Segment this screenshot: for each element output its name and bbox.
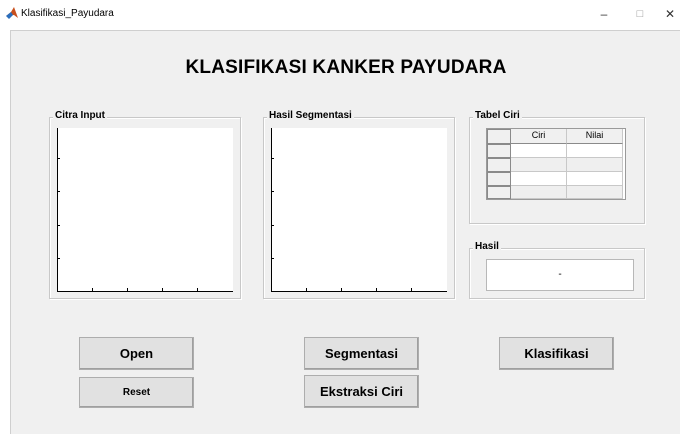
window-titlebar[interactable]: Klasifikasi_Payudara – □ ✕ [0,0,680,30]
panel-hasil-segmentasi: Hasil Segmentasi [263,110,455,299]
y-axis-line [57,128,58,292]
minimize-button[interactable]: – [594,4,614,24]
y-tick [57,258,60,259]
klasifikasi-button[interactable]: Klasifikasi [499,337,614,370]
row-header [487,158,511,172]
panel-title-hasil-segmentasi: Hasil Segmentasi [267,110,354,121]
y-tick [271,258,274,259]
x-tick [341,288,342,291]
y-tick [57,191,60,192]
ekstraksi-ciri-button[interactable]: Ekstraksi Ciri [304,375,419,408]
x-tick [306,288,307,291]
result-display: - [486,259,634,291]
y-tick [57,158,60,159]
y-tick [57,225,60,226]
y-tick [271,158,274,159]
table-cell[interactable] [511,144,567,158]
y-tick [271,191,274,192]
y-axis-line [271,128,272,292]
axes-hasil-segmentasi[interactable] [271,128,447,292]
table-cell[interactable] [567,158,623,172]
x-tick [411,288,412,291]
y-tick [271,225,274,226]
row-header [487,144,511,158]
matlab-icon [6,7,18,19]
row-header [487,172,511,186]
x-tick [376,288,377,291]
x-tick [162,288,163,291]
panel-title-tabel-ciri: Tabel Ciri [473,110,522,121]
panel-title-citra-input: Citra Input [53,110,107,121]
maximize-button[interactable]: □ [630,4,650,24]
row-header [487,186,511,199]
page-title: KLASIFIKASI KANKER PAYUDARA [185,57,507,78]
panel-tabel-ciri: Tabel Ciri Ciri Nilai [469,110,645,224]
x-axis-line [271,291,447,292]
axes-citra-input[interactable] [57,128,233,292]
x-axis-line [57,291,233,292]
table-cell[interactable] [567,144,623,158]
table-cell[interactable] [567,172,623,186]
open-button[interactable]: Open [79,337,194,370]
table-cell[interactable] [511,186,567,199]
x-tick [127,288,128,291]
x-tick [92,288,93,291]
close-button[interactable]: ✕ [660,4,680,24]
figure-client-area: KLASIFIKASI KANKER PAYUDARA Citra Input … [10,30,680,434]
panel-hasil: Hasil - [469,241,645,299]
panel-title-hasil: Hasil [473,241,501,252]
panel-citra-input: Citra Input [49,110,241,299]
reset-button[interactable]: Reset [79,377,194,408]
x-tick [197,288,198,291]
column-header-ciri[interactable]: Ciri [511,129,567,144]
table-corner [487,129,511,144]
window-title: Klasifikasi_Payudara [21,8,114,19]
segmentasi-button[interactable]: Segmentasi [304,337,419,370]
column-header-nilai[interactable]: Nilai [567,129,623,144]
table-cell[interactable] [567,186,623,199]
feature-table[interactable]: Ciri Nilai [486,128,626,200]
table-cell[interactable] [511,158,567,172]
table-cell[interactable] [511,172,567,186]
